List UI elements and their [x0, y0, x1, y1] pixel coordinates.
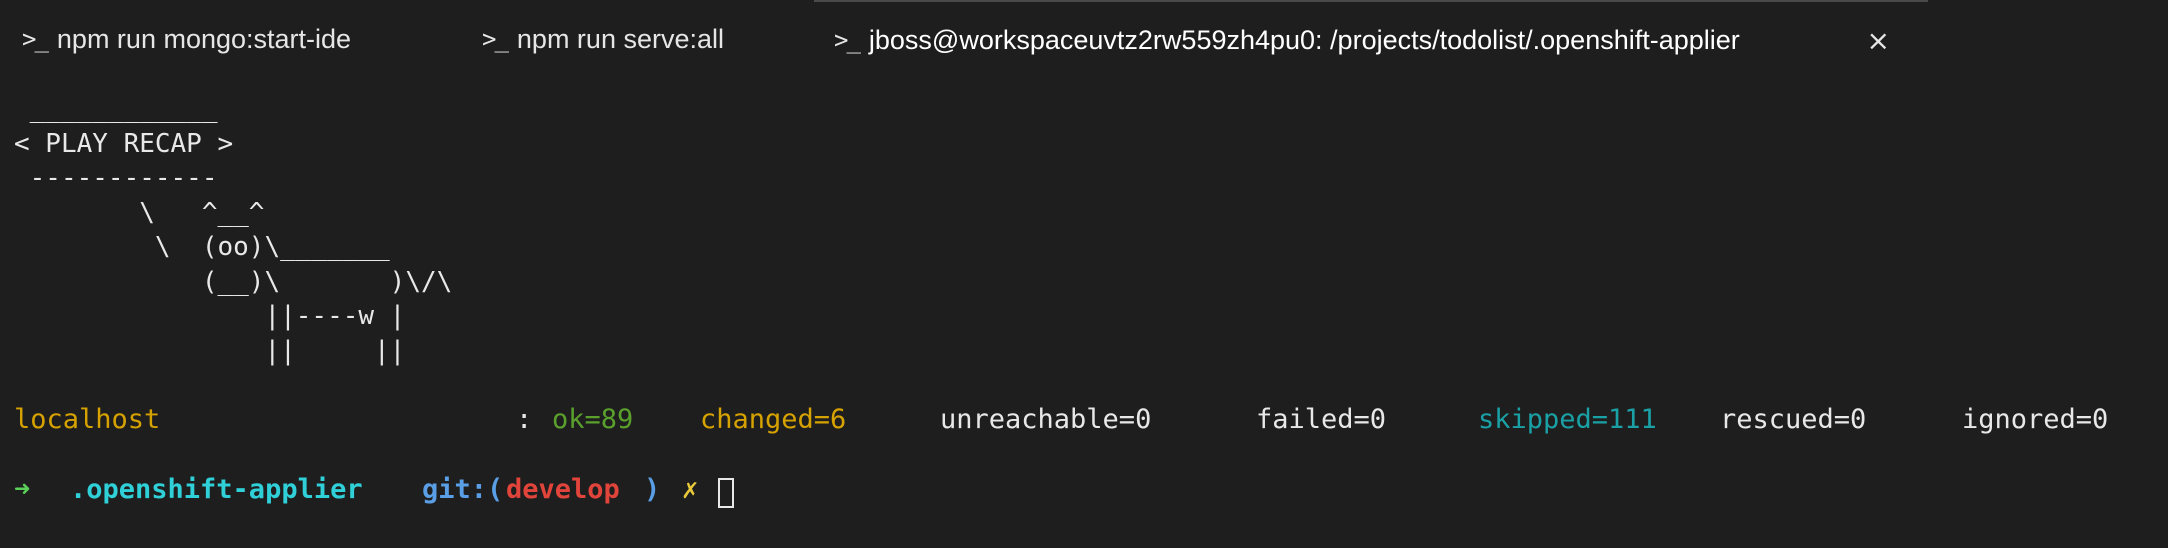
close-tab-icon[interactable]: × [1867, 24, 1890, 57]
terminal-output[interactable]: ____________ < PLAY RECAP > ------------… [0, 78, 2168, 548]
terminal-window: >_ npm run mongo:start-ide >_ npm run se… [0, 0, 2168, 548]
recap-host: localhost [14, 404, 161, 435]
recap-skipped: skipped=111 [1478, 404, 1657, 435]
prompt-git-close: ) [644, 474, 661, 505]
prompt-branch: develop [506, 474, 620, 505]
prompt-directory: .openshift-applier [70, 474, 363, 505]
tab-serve-all[interactable]: >_ npm run serve:all [482, 0, 724, 78]
tab-label: jboss@workspaceuvtz2rw559zh4pu0: /projec… [868, 24, 1740, 55]
recap-unreachable: unreachable=0 [940, 404, 1152, 435]
recap-rescued: rescued=0 [1720, 404, 1867, 435]
shell-prompt: ➜ .openshift-applier git:( develop ) ✗ [0, 474, 2168, 514]
recap-ok: ok=89 [552, 404, 634, 435]
terminal-cursor [718, 478, 734, 508]
tab-label: npm run mongo:start-ide [56, 23, 352, 54]
terminal-tab-bar: >_ npm run mongo:start-ide >_ npm run se… [0, 0, 2168, 78]
dirty-marker-icon: ✗ [682, 474, 699, 505]
recap-failed: failed=0 [1256, 404, 1387, 435]
terminal-prompt-icon: >_ [482, 25, 509, 53]
prompt-git-label: git:( [422, 474, 504, 505]
terminal-prompt-icon: >_ [834, 26, 861, 54]
play-recap-line: localhost : ok=89 changed=6 unreachable=… [0, 404, 2168, 440]
tab-mongo-start-ide[interactable]: >_ npm run mongo:start-ide [22, 0, 351, 78]
recap-changed: changed=6 [700, 404, 847, 435]
recap-ignored: ignored=0 [1962, 404, 2109, 435]
prompt-arrow-icon: ➜ [14, 474, 31, 505]
tab-openshift-applier[interactable]: >_ jboss@workspaceuvtz2rw559zh4pu0: /pro… [814, 0, 1928, 78]
terminal-prompt-icon: >_ [22, 25, 49, 53]
tab-label: npm run serve:all [516, 23, 724, 54]
cowsay-ascii-art: ____________ < PLAY RECAP > ------------… [14, 94, 453, 366]
recap-colon: : [516, 404, 533, 435]
